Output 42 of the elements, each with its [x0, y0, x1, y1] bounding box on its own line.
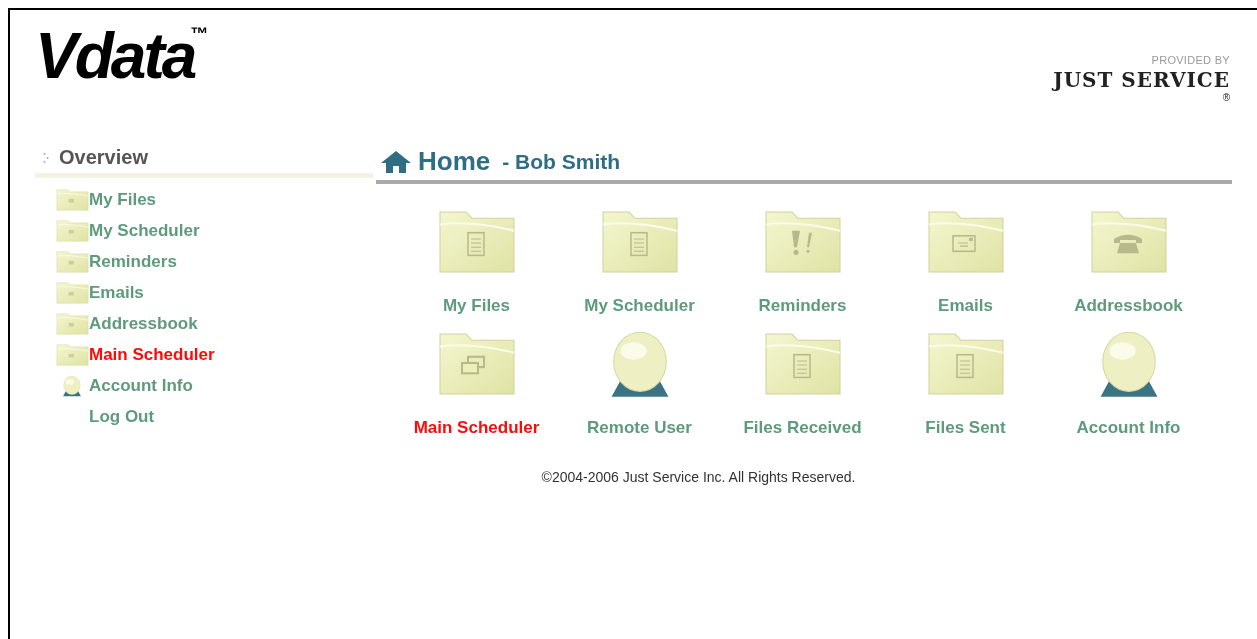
folder-icon — [55, 188, 89, 211]
tile-link[interactable]: Files Sent — [925, 418, 1006, 438]
tile-link[interactable]: Addressbook — [1074, 296, 1183, 316]
tile-link[interactable]: Emails — [938, 296, 993, 316]
sidebar-link[interactable]: Emails — [89, 282, 144, 303]
folder-icon — [55, 343, 89, 366]
folder-icon — [55, 281, 89, 304]
folder-icon — [437, 210, 516, 274]
sidebar-link[interactable]: My Scheduler — [89, 220, 200, 241]
copyright-text: ©2004-2006 Just Service Inc. All Rights Reserved. — [541, 469, 856, 485]
tile-link[interactable]: Reminders — [758, 296, 847, 316]
folder-icon — [926, 332, 1005, 396]
tile-link[interactable]: Remote User — [587, 418, 692, 438]
sidebar-link[interactable]: Reminders — [89, 251, 177, 272]
folder-icon — [55, 312, 89, 335]
folder-icon — [763, 332, 842, 396]
tile-link[interactable]: My Files — [442, 296, 511, 316]
sidebar-link[interactable]: Account Info — [89, 375, 193, 396]
folder-icon — [55, 219, 89, 242]
user-icon — [61, 374, 83, 397]
user-name: - Bob Smith — [502, 149, 621, 174]
tile-link[interactable]: Files Received — [743, 418, 862, 438]
sidebar-link[interactable]: Log Out — [89, 406, 155, 427]
home-icon — [380, 149, 412, 174]
page-title: Home — [418, 146, 491, 177]
folder-icon — [1089, 210, 1168, 274]
sidebar-link[interactable]: Main Scheduler — [89, 344, 215, 365]
folder-icon — [763, 210, 842, 274]
tile-link[interactable]: Main Scheduler — [413, 418, 540, 438]
folder-icon — [55, 250, 89, 273]
tile-link[interactable]: Account Info — [1076, 418, 1181, 438]
tile-link[interactable]: My Scheduler — [584, 296, 695, 316]
provider-logo: JUST SERVICE — [1053, 68, 1230, 92]
dots-icon — [43, 151, 49, 164]
provider-caption: PROVIDED BY — [1151, 54, 1230, 66]
sidebar-link[interactable]: Addressbook — [89, 313, 198, 334]
registered-mark: ® — [1222, 92, 1230, 103]
folder-icon — [600, 210, 679, 274]
sidebar-title: Overview — [59, 146, 148, 169]
sidebar-link[interactable]: My Files — [89, 189, 157, 210]
folder-icon — [926, 210, 1005, 274]
folder-icon — [437, 332, 516, 396]
